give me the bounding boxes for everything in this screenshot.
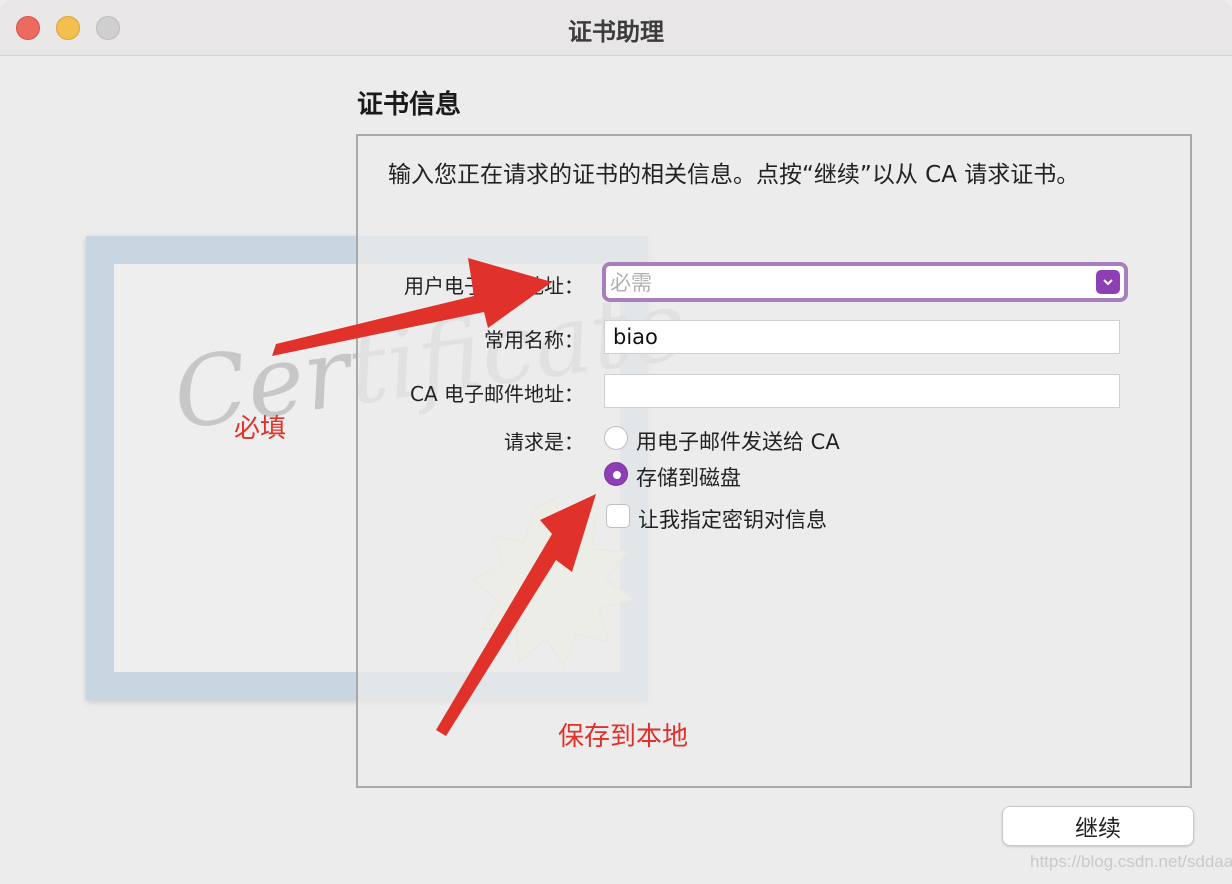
user-email-label: 用户电子邮件地址： [404,274,584,298]
annotation-save-local: 保存到本地 [558,722,689,752]
ca-email-label: CA 电子邮件地址： [409,382,584,406]
email-dropdown-button[interactable] [1096,270,1120,294]
window-title: 证书助理 [568,18,664,46]
section-title: 证书信息 [357,90,462,120]
radio-save-disk-label[interactable]: 存储到磁盘 [636,462,741,492]
request-type-label: 请求是： [504,430,584,454]
title-bar: 证书助理 [0,0,1232,56]
common-name-input[interactable]: biao [604,320,1120,354]
radio-email-ca-label[interactable]: 用电子邮件发送给 CA [636,426,840,456]
certificate-assistant-window: 证书助理 Certificate 证书信息 输入您正在请求的证书的相关信息。点按… [0,0,1232,884]
certificate-info-panel: 输入您正在请求的证书的相关信息。点按“继续”以从 CA 请求证书。 用户电子邮件… [356,134,1192,788]
watermark: https://blog.csdn.net/sddaaa [1030,852,1232,871]
radio-email-ca[interactable] [604,426,628,450]
common-name-value: biao [613,325,658,349]
user-email-input[interactable] [610,269,1090,297]
common-name-label: 常用名称： [484,328,584,352]
annotation-required: 必填 [234,414,287,444]
continue-button[interactable]: 继续 [1002,806,1194,846]
key-pair-checkbox[interactable] [606,504,630,528]
chevron-down-icon [1103,279,1113,286]
ca-email-input[interactable] [604,374,1120,408]
user-email-field[interactable] [602,262,1128,302]
intro-text: 输入您正在请求的证书的相关信息。点按“继续”以从 CA 请求证书。 [388,162,1080,188]
radio-save-disk[interactable] [604,462,628,486]
key-pair-checkbox-label[interactable]: 让我指定密钥对信息 [638,504,827,534]
